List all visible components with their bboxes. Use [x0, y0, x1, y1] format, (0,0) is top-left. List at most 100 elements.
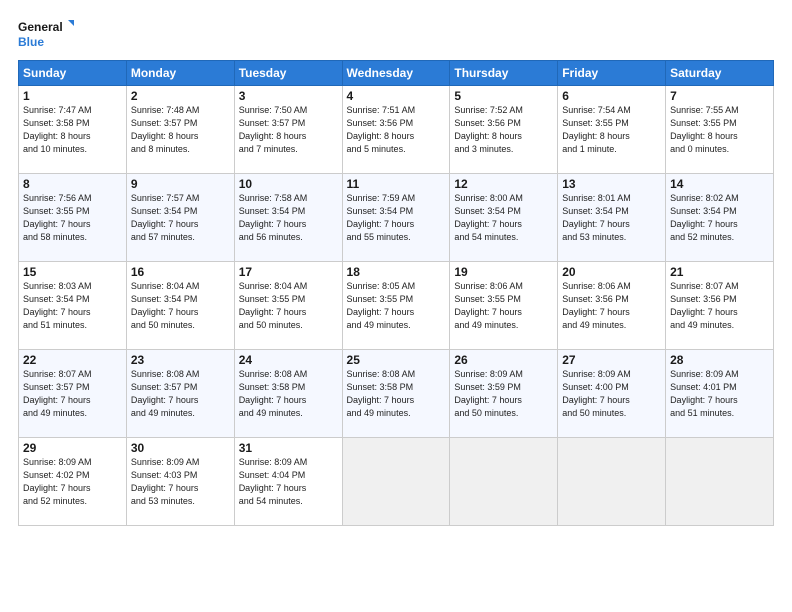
calendar-cell [450, 438, 558, 526]
day-info: Sunrise: 8:08 AM Sunset: 3:57 PM Dayligh… [131, 368, 230, 420]
calendar-cell: 31Sunrise: 8:09 AM Sunset: 4:04 PM Dayli… [234, 438, 342, 526]
day-info: Sunrise: 8:09 AM Sunset: 4:03 PM Dayligh… [131, 456, 230, 508]
day-info: Sunrise: 8:01 AM Sunset: 3:54 PM Dayligh… [562, 192, 661, 244]
day-number: 28 [670, 353, 769, 367]
day-info: Sunrise: 8:08 AM Sunset: 3:58 PM Dayligh… [239, 368, 338, 420]
calendar-cell: 28Sunrise: 8:09 AM Sunset: 4:01 PM Dayli… [666, 350, 774, 438]
day-info: Sunrise: 8:07 AM Sunset: 3:56 PM Dayligh… [670, 280, 769, 332]
day-number: 17 [239, 265, 338, 279]
week-row-4: 22Sunrise: 8:07 AM Sunset: 3:57 PM Dayli… [19, 350, 774, 438]
col-thursday: Thursday [450, 61, 558, 86]
day-number: 9 [131, 177, 230, 191]
day-number: 11 [347, 177, 446, 191]
calendar-cell [666, 438, 774, 526]
calendar-cell: 17Sunrise: 8:04 AM Sunset: 3:55 PM Dayli… [234, 262, 342, 350]
calendar-cell: 15Sunrise: 8:03 AM Sunset: 3:54 PM Dayli… [19, 262, 127, 350]
calendar-cell: 26Sunrise: 8:09 AM Sunset: 3:59 PM Dayli… [450, 350, 558, 438]
calendar-cell: 1Sunrise: 7:47 AM Sunset: 3:58 PM Daylig… [19, 86, 127, 174]
day-number: 27 [562, 353, 661, 367]
calendar: SundayMondayTuesdayWednesdayThursdayFrid… [18, 60, 774, 526]
day-info: Sunrise: 8:05 AM Sunset: 3:55 PM Dayligh… [347, 280, 446, 332]
day-info: Sunrise: 7:51 AM Sunset: 3:56 PM Dayligh… [347, 104, 446, 156]
day-info: Sunrise: 8:09 AM Sunset: 4:04 PM Dayligh… [239, 456, 338, 508]
day-info: Sunrise: 8:08 AM Sunset: 3:58 PM Dayligh… [347, 368, 446, 420]
logo: General Blue [18, 18, 74, 54]
calendar-header-row: SundayMondayTuesdayWednesdayThursdayFrid… [19, 61, 774, 86]
day-info: Sunrise: 8:09 AM Sunset: 4:01 PM Dayligh… [670, 368, 769, 420]
svg-text:General: General [18, 20, 63, 34]
day-number: 25 [347, 353, 446, 367]
calendar-cell: 5Sunrise: 7:52 AM Sunset: 3:56 PM Daylig… [450, 86, 558, 174]
calendar-cell: 4Sunrise: 7:51 AM Sunset: 3:56 PM Daylig… [342, 86, 450, 174]
logo-svg: General Blue [18, 18, 74, 54]
calendar-cell: 3Sunrise: 7:50 AM Sunset: 3:57 PM Daylig… [234, 86, 342, 174]
day-number: 13 [562, 177, 661, 191]
day-info: Sunrise: 7:52 AM Sunset: 3:56 PM Dayligh… [454, 104, 553, 156]
day-info: Sunrise: 7:57 AM Sunset: 3:54 PM Dayligh… [131, 192, 230, 244]
day-number: 22 [23, 353, 122, 367]
day-info: Sunrise: 7:47 AM Sunset: 3:58 PM Dayligh… [23, 104, 122, 156]
day-info: Sunrise: 7:56 AM Sunset: 3:55 PM Dayligh… [23, 192, 122, 244]
day-number: 2 [131, 89, 230, 103]
day-number: 12 [454, 177, 553, 191]
day-info: Sunrise: 8:00 AM Sunset: 3:54 PM Dayligh… [454, 192, 553, 244]
day-info: Sunrise: 8:04 AM Sunset: 3:54 PM Dayligh… [131, 280, 230, 332]
day-number: 23 [131, 353, 230, 367]
week-row-2: 8Sunrise: 7:56 AM Sunset: 3:55 PM Daylig… [19, 174, 774, 262]
day-info: Sunrise: 7:54 AM Sunset: 3:55 PM Dayligh… [562, 104, 661, 156]
day-number: 14 [670, 177, 769, 191]
calendar-cell: 11Sunrise: 7:59 AM Sunset: 3:54 PM Dayli… [342, 174, 450, 262]
calendar-cell: 20Sunrise: 8:06 AM Sunset: 3:56 PM Dayli… [558, 262, 666, 350]
day-number: 5 [454, 89, 553, 103]
day-number: 10 [239, 177, 338, 191]
calendar-cell: 19Sunrise: 8:06 AM Sunset: 3:55 PM Dayli… [450, 262, 558, 350]
day-number: 31 [239, 441, 338, 455]
calendar-cell: 12Sunrise: 8:00 AM Sunset: 3:54 PM Dayli… [450, 174, 558, 262]
day-info: Sunrise: 7:50 AM Sunset: 3:57 PM Dayligh… [239, 104, 338, 156]
col-friday: Friday [558, 61, 666, 86]
page: General Blue SundayMondayTuesdayWednesda… [0, 0, 792, 612]
day-info: Sunrise: 7:48 AM Sunset: 3:57 PM Dayligh… [131, 104, 230, 156]
day-number: 4 [347, 89, 446, 103]
calendar-cell: 7Sunrise: 7:55 AM Sunset: 3:55 PM Daylig… [666, 86, 774, 174]
day-info: Sunrise: 8:02 AM Sunset: 3:54 PM Dayligh… [670, 192, 769, 244]
day-number: 21 [670, 265, 769, 279]
day-number: 1 [23, 89, 122, 103]
day-number: 8 [23, 177, 122, 191]
day-number: 24 [239, 353, 338, 367]
calendar-cell: 6Sunrise: 7:54 AM Sunset: 3:55 PM Daylig… [558, 86, 666, 174]
calendar-cell: 13Sunrise: 8:01 AM Sunset: 3:54 PM Dayli… [558, 174, 666, 262]
calendar-cell: 14Sunrise: 8:02 AM Sunset: 3:54 PM Dayli… [666, 174, 774, 262]
calendar-cell: 16Sunrise: 8:04 AM Sunset: 3:54 PM Dayli… [126, 262, 234, 350]
calendar-cell: 21Sunrise: 8:07 AM Sunset: 3:56 PM Dayli… [666, 262, 774, 350]
day-number: 3 [239, 89, 338, 103]
calendar-cell: 18Sunrise: 8:05 AM Sunset: 3:55 PM Dayli… [342, 262, 450, 350]
calendar-cell: 10Sunrise: 7:58 AM Sunset: 3:54 PM Dayli… [234, 174, 342, 262]
day-info: Sunrise: 8:06 AM Sunset: 3:56 PM Dayligh… [562, 280, 661, 332]
calendar-cell [558, 438, 666, 526]
day-info: Sunrise: 8:06 AM Sunset: 3:55 PM Dayligh… [454, 280, 553, 332]
svg-text:Blue: Blue [18, 35, 44, 49]
calendar-cell: 2Sunrise: 7:48 AM Sunset: 3:57 PM Daylig… [126, 86, 234, 174]
col-sunday: Sunday [19, 61, 127, 86]
header: General Blue [18, 18, 774, 54]
col-monday: Monday [126, 61, 234, 86]
day-number: 6 [562, 89, 661, 103]
calendar-cell: 9Sunrise: 7:57 AM Sunset: 3:54 PM Daylig… [126, 174, 234, 262]
calendar-cell: 8Sunrise: 7:56 AM Sunset: 3:55 PM Daylig… [19, 174, 127, 262]
day-info: Sunrise: 8:09 AM Sunset: 4:00 PM Dayligh… [562, 368, 661, 420]
col-tuesday: Tuesday [234, 61, 342, 86]
calendar-cell: 29Sunrise: 8:09 AM Sunset: 4:02 PM Dayli… [19, 438, 127, 526]
calendar-cell: 27Sunrise: 8:09 AM Sunset: 4:00 PM Dayli… [558, 350, 666, 438]
day-number: 26 [454, 353, 553, 367]
day-number: 18 [347, 265, 446, 279]
calendar-cell: 25Sunrise: 8:08 AM Sunset: 3:58 PM Dayli… [342, 350, 450, 438]
day-number: 7 [670, 89, 769, 103]
day-number: 16 [131, 265, 230, 279]
day-info: Sunrise: 8:03 AM Sunset: 3:54 PM Dayligh… [23, 280, 122, 332]
day-number: 30 [131, 441, 230, 455]
week-row-3: 15Sunrise: 8:03 AM Sunset: 3:54 PM Dayli… [19, 262, 774, 350]
day-info: Sunrise: 8:09 AM Sunset: 4:02 PM Dayligh… [23, 456, 122, 508]
calendar-cell: 22Sunrise: 8:07 AM Sunset: 3:57 PM Dayli… [19, 350, 127, 438]
calendar-cell: 24Sunrise: 8:08 AM Sunset: 3:58 PM Dayli… [234, 350, 342, 438]
